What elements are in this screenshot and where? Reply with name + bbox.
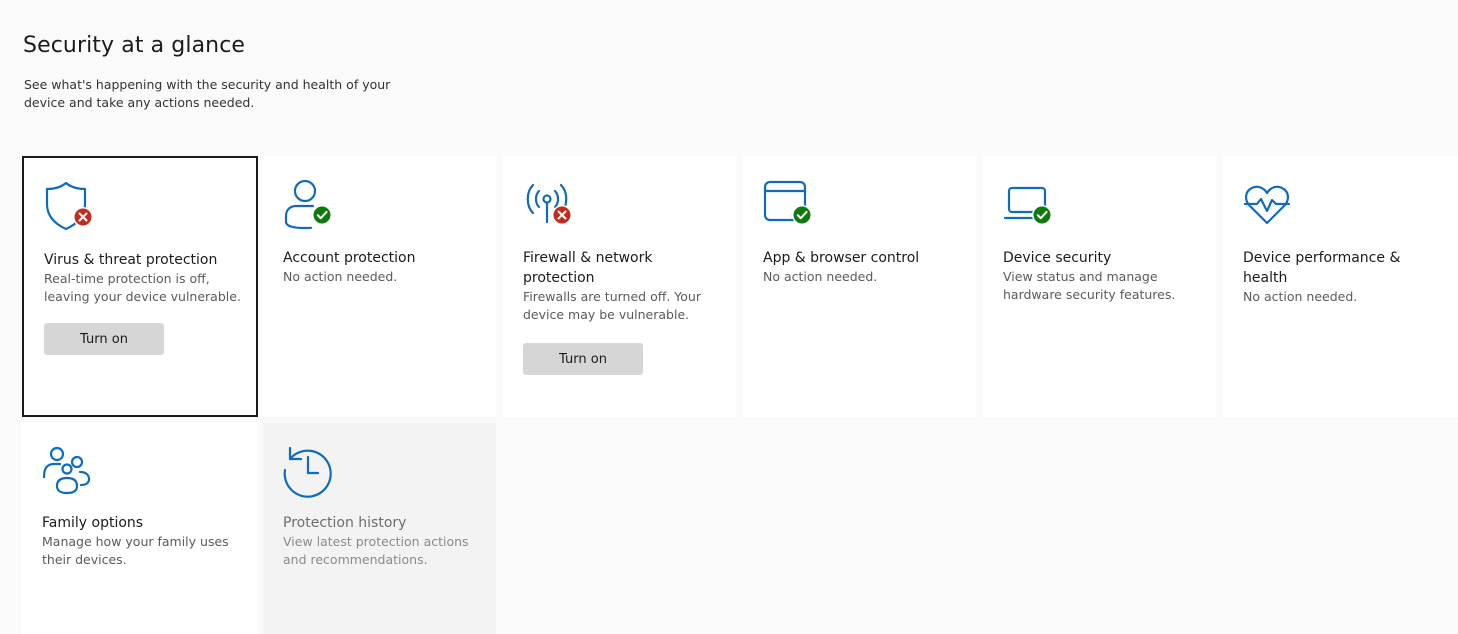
tile-title: Family options [42,515,144,531]
tile-title: Device performance & health [1243,250,1401,286]
tile-description: No action needed. [763,269,878,284]
tile-title: App & browser control [763,250,920,266]
browser-window-icon [763,178,819,234]
tile-protection-history[interactable]: Protection history View latest protectio… [263,423,496,634]
tile-device-security[interactable]: Device security View status and manage h… [983,156,1216,417]
turn-on-button[interactable]: Turn on [523,343,643,375]
tile-description: No action needed. [283,269,398,284]
error-badge-icon [552,205,572,225]
tile-title: Firewall & network protection [523,250,653,286]
person-icon [283,178,339,234]
tile-description: View status and manage hardware security… [1003,269,1176,302]
shield-icon [44,180,100,236]
page-subtitle: See what's happening with the security a… [24,77,391,110]
tile-description: View latest protection actions and recom… [283,534,469,567]
tile-description: Firewalls are turned off. Your device ma… [523,289,701,322]
tile-description: Real-time protection is off, leaving you… [44,271,241,304]
tile-device-performance-health[interactable]: Device performance & health No action ne… [1223,156,1458,417]
tile-title: Device security [1003,250,1112,266]
family-icon [42,445,98,501]
check-badge-icon [312,205,332,225]
tile-virus-threat-protection[interactable]: Virus & threat protection Real-time prot… [22,156,258,417]
page-title: Security at a glance [23,33,246,58]
tile-app-browser-control[interactable]: App & browser control No action needed. [743,156,976,417]
tile-title: Protection history [283,515,407,531]
tile-description: No action needed. [1243,289,1358,304]
tile-family-options[interactable]: Family options Manage how your family us… [22,423,258,634]
heart-pulse-icon [1243,178,1299,234]
laptop-icon [1003,178,1059,234]
antenna-icon [523,178,579,234]
check-badge-icon [1032,205,1052,225]
tile-title: Virus & threat protection [44,252,218,268]
tile-firewall-network-protection[interactable]: Firewall & network protection Firewalls … [503,156,736,417]
tile-description: Manage how your family uses their device… [42,534,229,567]
tile-title: Account protection [283,250,416,266]
check-badge-icon [792,205,812,225]
tile-account-protection[interactable]: Account protection No action needed. [263,156,496,417]
error-badge-icon [73,207,93,227]
history-clock-icon [283,445,339,501]
turn-on-button[interactable]: Turn on [44,323,164,355]
